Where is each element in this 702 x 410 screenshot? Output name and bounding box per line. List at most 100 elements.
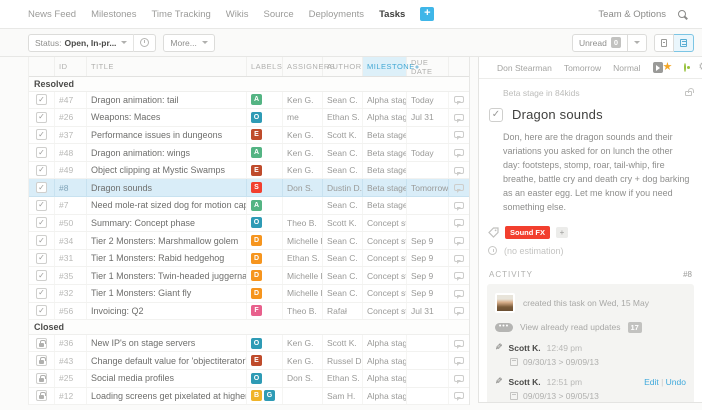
task-row-26[interactable]: ✓#26Weapons: MacesOmeEthan S.Alpha stage… xyxy=(29,109,469,127)
label-chip[interactable]: E xyxy=(251,355,262,366)
label-chip[interactable]: O xyxy=(251,112,262,123)
label-chip[interactable]: B xyxy=(251,390,262,401)
comment-icon[interactable] xyxy=(454,219,464,226)
lock-icon[interactable] xyxy=(36,355,47,366)
comment-icon[interactable] xyxy=(454,340,464,347)
task-row-8[interactable]: ✓#8Dragon soundsSDon S.Dustin D.Beta sta… xyxy=(29,179,469,197)
comment-icon[interactable] xyxy=(454,290,464,297)
task-row-34[interactable]: ✓#34Tier 2 Monsters: Marshmallow golemDM… xyxy=(29,232,469,250)
team-options-link[interactable]: Team & Options xyxy=(598,9,666,20)
label-chip[interactable]: E xyxy=(251,129,262,140)
task-row-32[interactable]: ✓#32Tier 1 Monsters: Giant flyDMichelle … xyxy=(29,285,469,303)
task-checkbox[interactable]: ✓ xyxy=(489,108,503,122)
search-icon[interactable] xyxy=(678,10,686,18)
gear-icon[interactable]: ⚙ xyxy=(698,62,702,73)
lock-icon[interactable] xyxy=(36,390,47,401)
comment-icon[interactable] xyxy=(454,272,464,279)
detail-view-toggle[interactable] xyxy=(674,34,694,52)
detail-priority[interactable]: Normal xyxy=(613,63,640,73)
column-header-author[interactable]: AUTHOR xyxy=(323,57,363,76)
read-updates-link[interactable]: View already read updates xyxy=(520,322,621,332)
comment-icon[interactable] xyxy=(454,149,464,156)
comment-icon[interactable] xyxy=(454,202,464,209)
label-chip[interactable]: A xyxy=(251,94,262,105)
lock-icon[interactable] xyxy=(36,373,47,384)
comment-icon[interactable] xyxy=(454,375,464,382)
play-icon[interactable] xyxy=(653,62,663,73)
column-header-labels[interactable]: LABELS xyxy=(247,57,283,76)
row-checkbox[interactable]: ✓ xyxy=(36,94,47,105)
unlocked-icon[interactable] xyxy=(685,91,692,96)
label-chip[interactable]: O xyxy=(251,217,262,228)
comment-icon[interactable] xyxy=(454,131,464,138)
row-checkbox[interactable]: ✓ xyxy=(36,165,47,176)
row-checkbox[interactable]: ✓ xyxy=(36,270,47,281)
label-chip[interactable]: D xyxy=(251,253,262,264)
unread-dropdown-button[interactable] xyxy=(628,34,647,52)
task-row-37[interactable]: ✓#37Performance issues in dungeonsEKen G… xyxy=(29,127,469,145)
status-filter-button[interactable]: Status: Open, In-pr... xyxy=(28,34,156,52)
column-header-milestone[interactable]: MILESTONE xyxy=(363,57,407,76)
nav-item-source[interactable]: Source xyxy=(264,9,294,20)
nav-item-milestones[interactable]: Milestones xyxy=(91,9,136,20)
nav-item-time-tracking[interactable]: Time Tracking xyxy=(151,9,210,20)
comment-icon[interactable] xyxy=(454,392,464,399)
comment-icon[interactable] xyxy=(454,96,464,103)
label-chip[interactable]: F xyxy=(251,305,262,316)
undo-link[interactable]: Undo xyxy=(666,377,686,387)
recent-filter-icon[interactable] xyxy=(140,38,149,47)
label-chip[interactable]: D xyxy=(251,235,262,246)
task-row-50[interactable]: ✓#50Summary: Concept phaseOTheo B.Scott … xyxy=(29,215,469,233)
label-chip[interactable]: A xyxy=(251,147,262,158)
detail-due-date[interactable]: Tomorrow xyxy=(564,63,601,73)
comment-icon[interactable] xyxy=(454,307,464,314)
row-checkbox[interactable]: ✓ xyxy=(36,217,47,228)
row-checkbox[interactable]: ✓ xyxy=(36,253,47,264)
task-row-43[interactable]: #43Change default value for 'objectitera… xyxy=(29,352,469,370)
task-row-35[interactable]: ✓#35Tier 1 Monsters: Twin-headed juggern… xyxy=(29,267,469,285)
task-row-12[interactable]: #12Loading screens get pixelated at high… xyxy=(29,388,469,406)
label-chip[interactable]: D xyxy=(251,270,262,281)
task-row-56[interactable]: ✓#56Invoicing: Q2FTheo B.RafałConcept st… xyxy=(29,303,469,321)
task-row-25[interactable]: #25Social media profilesODon S.Ethan S.A… xyxy=(29,370,469,388)
comment-icon[interactable] xyxy=(454,255,464,262)
star-icon[interactable]: ★ xyxy=(663,62,673,73)
task-row-48[interactable]: ✓#48Dragon animation: wingsAKen G.Sean C… xyxy=(29,144,469,162)
row-checkbox[interactable]: ✓ xyxy=(36,305,47,316)
add-task-button[interactable]: + xyxy=(420,7,434,21)
column-header-title[interactable]: TITLE xyxy=(87,57,247,76)
estimation-text[interactable]: (no estimation) xyxy=(504,246,564,256)
row-checkbox[interactable]: ✓ xyxy=(36,182,47,193)
label-chip[interactable]: O xyxy=(251,338,262,349)
comment-icon[interactable] xyxy=(454,184,464,191)
row-checkbox[interactable]: ✓ xyxy=(36,235,47,246)
detail-milestone[interactable]: Beta stage xyxy=(503,88,544,98)
detail-author[interactable]: Don Stearman xyxy=(497,63,552,73)
add-tag-button[interactable]: + xyxy=(556,227,568,238)
comment-icon[interactable] xyxy=(454,237,464,244)
comment-icon[interactable] xyxy=(454,167,464,174)
unread-button[interactable]: Unread 0 xyxy=(572,34,628,52)
nav-item-deployments[interactable]: Deployments xyxy=(309,9,364,20)
column-header-due-date[interactable]: DUE DATE xyxy=(407,57,449,76)
label-chip[interactable]: G xyxy=(264,390,275,401)
row-checkbox[interactable]: ✓ xyxy=(36,147,47,158)
nav-item-tasks[interactable]: Tasks xyxy=(379,9,405,20)
task-row-36[interactable]: #36New IP's on stage serversOKen G.Scott… xyxy=(29,335,469,353)
task-row-49[interactable]: ✓#49Object clipping at Mystic SwampsEKen… xyxy=(29,162,469,180)
row-checkbox[interactable]: ✓ xyxy=(36,288,47,299)
nav-item-news-feed[interactable]: News Feed xyxy=(28,9,76,20)
label-chip[interactable]: O xyxy=(251,373,262,384)
task-row-47[interactable]: ✓#47Dragon animation: tailAKen G.Sean C.… xyxy=(29,92,469,110)
list-view-toggle[interactable] xyxy=(654,34,674,52)
follow-icon[interactable] xyxy=(684,63,686,72)
column-header-id[interactable]: ID xyxy=(55,57,87,76)
label-chip[interactable]: E xyxy=(251,165,262,176)
row-checkbox[interactable]: ✓ xyxy=(36,129,47,140)
column-header-assigners[interactable]: ASSIGNERS xyxy=(283,57,323,76)
row-checkbox[interactable]: ✓ xyxy=(36,112,47,123)
comment-icon[interactable] xyxy=(454,357,464,364)
ellipsis-icon[interactable]: ••• xyxy=(495,323,513,332)
lock-icon[interactable] xyxy=(36,338,47,349)
edit-link[interactable]: Edit xyxy=(644,377,659,387)
